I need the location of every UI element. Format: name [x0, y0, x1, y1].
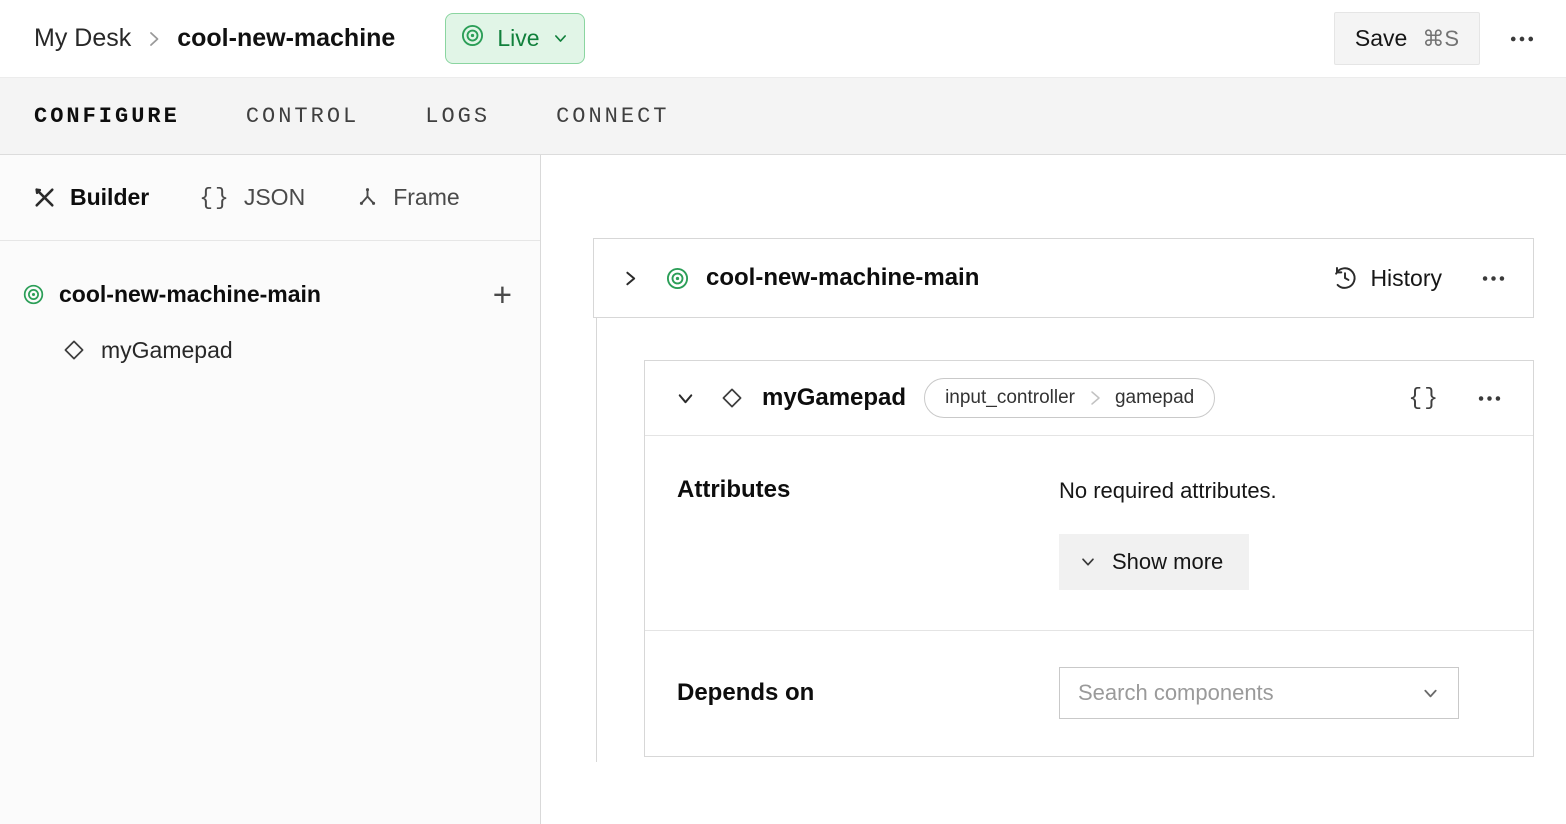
history-button[interactable]: History: [1332, 265, 1442, 292]
edit-json-button[interactable]: {}: [1408, 385, 1440, 411]
show-more-button[interactable]: Show more: [1059, 534, 1249, 590]
machine-card-actions: History: [1332, 265, 1507, 292]
component-diamond-icon: [62, 338, 86, 362]
broadcast-icon: [460, 23, 485, 54]
ellipsis-icon: [1508, 25, 1536, 53]
chevron-down-icon: [1421, 684, 1440, 703]
live-label: Live: [497, 25, 539, 52]
live-status-dropdown[interactable]: Live: [445, 13, 584, 64]
tree-item-machine[interactable]: cool-new-machine-main +: [0, 267, 540, 321]
depends-on-content: Search components: [1059, 667, 1501, 719]
view-tab-builder[interactable]: Builder: [32, 184, 149, 211]
expand-machine-button[interactable]: [620, 268, 641, 289]
braces-icon: {}: [199, 185, 231, 211]
frame-icon: [355, 185, 380, 210]
machine-card-title: cool-new-machine-main: [706, 264, 979, 292]
attributes-section: Attributes No required attributes. Show …: [645, 436, 1533, 630]
history-label: History: [1370, 265, 1442, 292]
machine-card: cool-new-machine-main History: [593, 238, 1534, 318]
ellipsis-icon: [1480, 265, 1507, 292]
history-icon: [1332, 265, 1358, 291]
broadcast-icon: [22, 283, 45, 306]
attributes-content: No required attributes. Show more: [1059, 476, 1501, 590]
add-component-button[interactable]: +: [493, 278, 512, 311]
tools-icon: [32, 185, 57, 210]
more-options-button[interactable]: [1508, 25, 1536, 53]
depends-on-label: Depends on: [677, 679, 1059, 707]
save-button[interactable]: Save ⌘S: [1334, 12, 1480, 65]
chevron-down-icon: [1079, 553, 1097, 571]
depends-on-placeholder: Search components: [1078, 680, 1421, 706]
tab-control[interactable]: CONTROL: [246, 98, 359, 135]
machine-card-menu-button[interactable]: [1480, 265, 1507, 292]
view-tab-json-label: JSON: [244, 184, 305, 211]
depends-on-section: Depends on Search components: [645, 630, 1533, 756]
top-header: My Desk cool-new-machine Live Save ⌘S: [0, 0, 1566, 78]
breadcrumb-parent[interactable]: My Desk: [34, 24, 131, 53]
show-more-label: Show more: [1112, 549, 1223, 575]
main-tabbar: CONFIGURE CONTROL LOGS CONNECT: [0, 78, 1566, 155]
component-card-title: myGamepad: [762, 384, 906, 412]
chevron-right-icon: [1088, 385, 1103, 411]
save-shortcut: ⌘S: [1422, 26, 1459, 52]
tab-connect[interactable]: CONNECT: [556, 98, 669, 135]
attributes-label: Attributes: [677, 476, 1059, 590]
view-tab-frame-label: Frame: [393, 184, 459, 211]
component-diamond-icon: [720, 386, 744, 410]
chevron-right-icon: [620, 268, 641, 289]
attributes-empty-text: No required attributes.: [1059, 476, 1501, 504]
view-mode-tabs: Builder {} JSON Frame: [0, 155, 540, 241]
tab-logs[interactable]: LOGS: [425, 98, 490, 135]
tree-component-label: myGamepad: [101, 337, 233, 364]
component-card-actions: {}: [1408, 385, 1503, 412]
content-area: Builder {} JSON Frame cool-new-machine-m…: [0, 155, 1566, 824]
view-tab-frame[interactable]: Frame: [355, 184, 459, 211]
tree-item-component[interactable]: myGamepad: [0, 321, 540, 379]
breadcrumb-current: cool-new-machine: [177, 24, 395, 53]
topbar-actions: Save ⌘S: [1334, 12, 1536, 65]
config-sidebar: Builder {} JSON Frame cool-new-machine-m…: [0, 155, 541, 824]
component-card-header: myGamepad input_controller gamepad {}: [645, 361, 1533, 436]
breadcrumb: My Desk cool-new-machine: [34, 24, 395, 53]
chevron-down-icon: [552, 30, 569, 47]
tab-configure[interactable]: CONFIGURE: [34, 98, 180, 135]
tree-machine-label: cool-new-machine-main: [59, 281, 321, 308]
chevron-right-icon: [146, 28, 162, 50]
chevron-down-icon: [675, 388, 696, 409]
component-model-pill: gamepad: [1103, 387, 1214, 409]
component-card-menu-button[interactable]: [1476, 385, 1503, 412]
component-indent-guide: myGamepad input_controller gamepad {}: [596, 318, 1566, 762]
view-tab-builder-label: Builder: [70, 184, 149, 211]
component-type-pill: input_controller: [925, 387, 1088, 409]
depends-on-select[interactable]: Search components: [1059, 667, 1459, 719]
component-type-pills: input_controller gamepad: [924, 378, 1215, 418]
collapse-component-button[interactable]: [675, 388, 696, 409]
component-card: myGamepad input_controller gamepad {}: [644, 360, 1534, 757]
machine-tree: cool-new-machine-main + myGamepad: [0, 241, 540, 379]
config-main-pane: cool-new-machine-main History: [541, 155, 1566, 824]
save-label: Save: [1355, 25, 1407, 52]
ellipsis-icon: [1476, 385, 1503, 412]
view-tab-json[interactable]: {} JSON: [199, 184, 305, 211]
broadcast-icon: [665, 266, 690, 291]
